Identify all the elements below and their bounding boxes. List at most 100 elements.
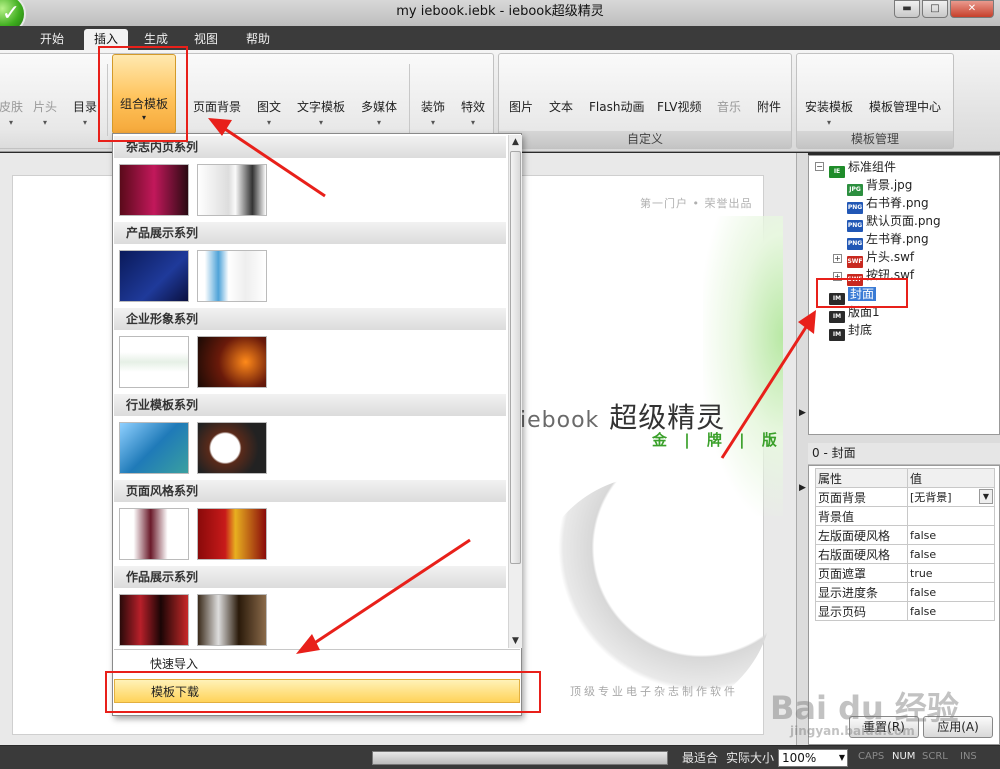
image-text-button[interactable]: 图文 ▾: [257, 98, 281, 127]
tab-start[interactable]: 开始: [30, 29, 74, 50]
tree-node-label: 默认页面.png: [866, 214, 941, 228]
combo-template-dropdown: 杂志内页系列 产品展示系列 企业形象系列 行业模板系列 页面风格系列 作品展示系…: [112, 133, 522, 716]
chevron-down-icon: ▾: [377, 118, 382, 127]
property-value[interactable]: true: [907, 563, 995, 583]
column-header-name: 属性: [815, 468, 908, 488]
decorative-swoosh: [533, 476, 773, 716]
template-thumbnail[interactable]: [119, 422, 189, 474]
effects-button[interactable]: 特效 ▾: [461, 98, 485, 127]
minimize-button[interactable]: ▬: [894, 0, 920, 18]
chevron-down-icon: ▾: [83, 118, 88, 127]
chevron-down-icon: ▼: [838, 753, 845, 762]
category-product: 产品展示系列: [114, 222, 506, 244]
tree-node[interactable]: PNG 默认页面.png: [847, 212, 941, 232]
category-works: 作品展示系列: [114, 566, 506, 588]
tree-node[interactable]: PNG 右书脊.png: [847, 194, 929, 214]
template-thumbnail[interactable]: [197, 508, 267, 560]
template-thumbnail[interactable]: [119, 250, 189, 302]
ribbon-separator: [409, 64, 410, 136]
fit-view-button[interactable]: 最适合: [682, 749, 718, 766]
scroll-down-icon[interactable]: ▼: [509, 634, 522, 648]
template-thumbnail[interactable]: [119, 594, 189, 646]
component-folder-icon: IE: [829, 166, 845, 178]
table-row[interactable]: 左版面硬风格 false: [815, 525, 995, 545]
page-background-label: 页面背景: [193, 100, 242, 114]
template-thumbnail[interactable]: [197, 164, 267, 216]
category-page-style: 页面风格系列: [114, 480, 506, 502]
chevron-down-icon: ▾: [827, 118, 832, 127]
table-row[interactable]: 右版面硬风格 false: [815, 544, 995, 564]
decoration-button[interactable]: 装饰 ▾: [421, 98, 445, 127]
image-text-label: 图文: [257, 100, 282, 114]
tree-node-root[interactable]: IE 标准组件: [829, 158, 896, 178]
tree-page[interactable]: IM 封底: [829, 321, 872, 341]
table-row[interactable]: 页面遮罩 true: [815, 563, 995, 583]
toc-button[interactable]: 目录 ▾: [73, 98, 97, 127]
maximize-button[interactable]: □: [922, 0, 948, 18]
music-button[interactable]: 音乐: [717, 98, 741, 115]
zoom-select[interactable]: 100% ▼: [778, 749, 848, 767]
baidu-watermark-logo: Bai du 经验: [770, 689, 959, 727]
collapse-arrow-icon[interactable]: ▶: [799, 408, 806, 418]
panel-splitter[interactable]: ▶ ▶: [796, 153, 808, 745]
property-value[interactable]: [907, 506, 995, 526]
flash-button[interactable]: Flash动画: [589, 98, 644, 115]
property-value[interactable]: false: [907, 544, 995, 564]
template-thumbnail[interactable]: [197, 250, 267, 302]
tab-view[interactable]: 视图: [184, 29, 228, 50]
chevron-down-icon: ▾: [431, 118, 436, 127]
status-bar: 最适合 实际大小 100% ▼ CAPS NUM SCRL INS: [0, 746, 1000, 769]
template-thumbnail[interactable]: [119, 164, 189, 216]
panel-resize-handle[interactable]: [808, 435, 1000, 443]
table-row[interactable]: 背景值: [815, 506, 995, 526]
collapse-arrow-icon[interactable]: ▶: [799, 483, 806, 493]
chevron-down-icon: ▾: [267, 118, 272, 127]
skin-button[interactable]: 皮肤 ▾: [0, 98, 23, 127]
property-name: 显示进度条: [815, 582, 908, 602]
status-progress-bar: [372, 751, 668, 765]
template-center-button[interactable]: 模板管理中心: [869, 98, 941, 115]
multimedia-button[interactable]: 多媒体 ▾: [361, 98, 397, 127]
picture-button[interactable]: 图片: [509, 98, 533, 115]
template-thumbnail[interactable]: [119, 336, 189, 388]
tree-node[interactable]: JPG 背景.jpg: [847, 176, 912, 196]
property-value-select[interactable]: [无背景] ▼: [907, 487, 995, 507]
actual-size-button[interactable]: 实际大小: [726, 749, 774, 766]
install-template-button[interactable]: 安装模板 ▾: [805, 98, 853, 127]
scrl-indicator: SCRL: [922, 751, 948, 762]
close-button[interactable]: ✕: [950, 0, 994, 18]
template-thumbnail[interactable]: [197, 422, 267, 474]
attachment-button[interactable]: 附件: [757, 98, 781, 115]
template-thumbnail[interactable]: [197, 336, 267, 388]
table-row[interactable]: 显示页码 false: [815, 601, 995, 621]
effects-label: 特效: [461, 100, 486, 114]
chevron-down-icon[interactable]: ▼: [979, 489, 993, 504]
page-background-button[interactable]: 页面背景 ▾: [193, 98, 241, 127]
property-value[interactable]: false: [907, 601, 995, 621]
scroll-up-icon[interactable]: ▲: [509, 135, 522, 149]
property-value[interactable]: false: [907, 582, 995, 602]
template-thumbnail[interactable]: [119, 508, 189, 560]
scroll-thumb[interactable]: [510, 151, 521, 564]
flv-video-button[interactable]: FLV视频: [657, 98, 701, 115]
intro-button[interactable]: 片头 ▾: [33, 98, 57, 127]
dropdown-scrollbar[interactable]: ▲ ▼: [508, 135, 522, 648]
decorative-glow: [703, 216, 783, 516]
property-value[interactable]: false: [907, 525, 995, 545]
chevron-down-icon: ▾: [43, 118, 48, 127]
baidu-watermark-url: jingyan.baidu.com: [790, 724, 915, 738]
caps-indicator: CAPS: [858, 751, 885, 762]
property-name: 显示页码: [815, 601, 908, 621]
text-template-button[interactable]: 文字模板 ▾: [297, 98, 345, 127]
tree-node[interactable]: PNG 左书脊.png: [847, 230, 929, 250]
tree-node[interactable]: SWF 片头.swf: [847, 248, 914, 268]
template-thumbnail[interactable]: [197, 594, 267, 646]
window-title: my iebook.iebk - iebook超级精灵: [396, 4, 604, 19]
title-bar: ✓ my iebook.iebk - iebook超级精灵 ▬ □ ✕: [0, 0, 1000, 34]
tree-expand-toggle[interactable]: +: [833, 254, 842, 263]
table-row[interactable]: 显示进度条 false: [815, 582, 995, 602]
tab-help[interactable]: 帮助: [236, 29, 280, 50]
text-button[interactable]: 文本: [549, 98, 573, 115]
tree-collapse-toggle[interactable]: −: [815, 162, 824, 171]
table-row[interactable]: 页面背景 [无背景] ▼: [815, 487, 995, 507]
